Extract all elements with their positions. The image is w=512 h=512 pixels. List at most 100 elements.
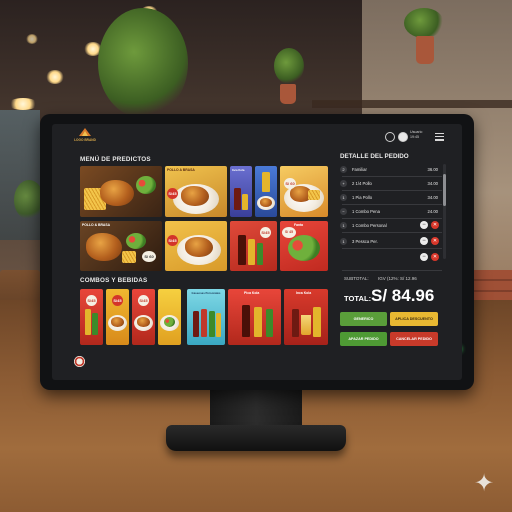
combo-card[interactable]: Inca Kola [284,289,328,345]
user-icon[interactable] [398,132,408,142]
background-shelf [312,100,512,108]
minus-icon[interactable]: − [420,237,428,245]
order-item[interactable]: 1 3 Pessca Per. − ✕ [338,236,442,247]
order-item[interactable]: 1 1 Combo Personal − ✕ [338,220,442,231]
combo-card[interactable] [158,289,181,345]
order-panel: DETALLE DEL PEDIDO 2 Familiar 36.00 + 2 … [334,150,452,374]
item-amount: 24.00 [427,208,438,214]
row-divider [342,190,442,191]
price-badge: S/ 60 [284,178,296,189]
price-badge: S/45 [86,295,97,306]
product-caption: POLLO & BRASA [82,223,111,227]
item-name: 3 Pessca Per. [352,238,378,244]
price-badge: S/45 [260,227,271,238]
brand-badge-icon[interactable] [74,356,85,367]
product-caption: POLLO A BRASA [167,168,195,172]
combos-section-title: COMBOS Y BEBIDAS [80,277,148,284]
product-card[interactable]: POLLO A BRASA S/45 [165,166,227,217]
item-amount: 36.00 [427,166,438,172]
delete-icon[interactable]: ✕ [431,221,439,229]
product-caption: Inca Kola [296,291,312,295]
order-item[interactable]: − 1 Combo Pena 24.00 [338,206,442,217]
scrollbar-thumb[interactable] [443,174,446,206]
product-card[interactable] [80,166,162,217]
top-bar: LOGO BRAND Usuario 19:45 [52,124,462,146]
product-card[interactable]: S/45 [230,221,277,271]
product-caption: Pica Kola [244,291,260,295]
save-order-button[interactable]: APAZAR PEDIDO [340,332,387,346]
cancel-order-button[interactable]: CANCELAR PEDIDO [390,332,438,346]
pos-screen: LOGO BRAND Usuario 19:45 MENÚ DE PREDICT… [52,124,462,380]
app-logo[interactable]: LOGO BRAND [72,127,98,145]
row-divider [342,248,442,249]
order-scrollbar[interactable] [443,164,446,259]
plant-pot [280,84,296,104]
ceiling-light [46,70,64,84]
row-divider [342,204,442,205]
shelf-plant [404,8,444,38]
price-badge: S/45 [167,188,178,199]
menu-icon[interactable] [435,133,444,141]
minus-icon[interactable]: − [420,221,428,229]
product-caption: Inca Kola [232,168,245,172]
minus-icon[interactable]: − [420,253,428,261]
total-value: S/ 84.96 [371,286,435,305]
igv-label: IGV (12%: S/ 12.96 [378,276,417,281]
product-card[interactable]: Fanta S/ 45 [280,221,328,271]
generic-button[interactable]: GENERICO [340,312,387,326]
product-caption: Fanta [294,223,304,227]
ceiling-light [26,34,38,44]
item-name: 1 Pia Pollo [352,194,373,200]
delete-icon[interactable]: ✕ [431,253,439,261]
logo-mark-icon [79,128,91,136]
row-divider [342,176,442,177]
order-item[interactable]: − ✕ [338,252,442,263]
combo-card[interactable]: Pica Kola [228,289,281,345]
product-card[interactable] [255,166,277,217]
combo-card[interactable]: S/45 [132,289,155,345]
ceiling-light [8,98,38,110]
monitor-base [166,425,346,451]
background-window [0,110,40,240]
row-divider [342,218,442,219]
order-item[interactable]: 2 Familiar 36.00 [338,164,442,175]
plant-pot [416,36,434,64]
item-name: 2 1/4 Pollo [352,180,372,186]
combo-card[interactable]: S/45 [106,289,129,345]
user-name: Usuario [410,130,423,134]
shelf-plant [274,48,304,84]
order-item[interactable]: 1 1 Pia Pollo 34.00 [338,192,442,203]
item-qty[interactable]: + [340,179,347,187]
product-card[interactable]: POLLO & BRASA S/ 60 [80,221,162,271]
order-item[interactable]: + 2 1/4 Pollo 34.00 [338,178,442,189]
item-name: Familiar [352,166,367,172]
combo-card[interactable]: S/45 [80,289,103,345]
combo-card[interactable]: Gaseosas Personales [187,289,225,345]
product-caption: Gaseosas Personales [191,291,221,295]
delete-icon[interactable]: ✕ [431,237,439,245]
item-qty[interactable]: − [340,207,347,215]
hanging-plant [98,8,188,118]
price-badge: S/45 [167,235,178,246]
price-badge: S/ 60 [142,251,156,262]
item-name: 1 Combo Personal [352,222,387,228]
item-name: 1 Combo Pena [352,208,380,214]
product-card[interactable]: S/45 [165,221,227,271]
logo-text: LOGO BRAND [74,138,96,142]
search-icon[interactable] [385,132,395,142]
row-divider [342,232,442,233]
item-qty: 1 [340,193,347,201]
user-time: 19:45 [410,134,419,139]
item-amount: 34.00 [427,180,438,186]
product-card[interactable]: S/ 60 [280,166,328,217]
item-qty: 2 [340,165,347,173]
price-badge: S/ 45 [282,227,296,238]
order-panel-title: DETALLE DEL PEDIDO [340,153,409,160]
apply-discount-button[interactable]: APLICA DESCUENTO [390,312,438,326]
price-badge: S/45 [138,295,149,306]
user-info: Usuario 19:45 [410,130,422,139]
item-amount: 34.00 [427,194,438,200]
item-qty: 1 [340,221,347,229]
product-card[interactable]: Inca Kola [230,166,252,217]
row-divider [342,270,442,271]
